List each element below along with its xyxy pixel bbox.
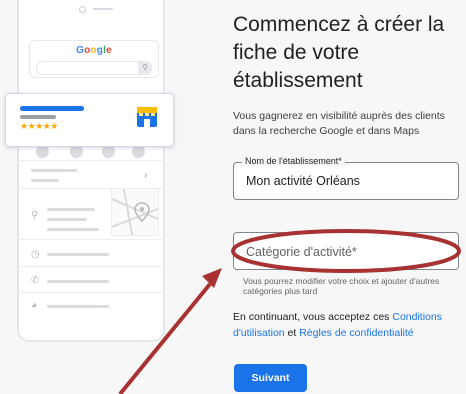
placeholder-line <box>47 280 109 283</box>
divider <box>19 160 163 161</box>
google-logo-letter: e <box>106 45 112 56</box>
placeholder-line <box>47 305 109 308</box>
search-icon: ⚲ <box>138 61 152 75</box>
chevron-right-icon: › <box>144 170 148 181</box>
divider <box>19 266 163 267</box>
category-placeholder: Catégorie d'activité* <box>246 245 357 259</box>
category-hint: Vous pourrez modifier votre choix et ajo… <box>243 276 440 296</box>
phone-mockup: Google ⚲ ⚲ ◷ ✆ ◕ <box>17 0 165 342</box>
divider <box>19 292 163 293</box>
camera-dot <box>79 6 86 13</box>
next-button[interactable]: Suivant <box>234 364 307 392</box>
search-bar-mock <box>36 61 152 75</box>
listing-subtitle-line <box>20 115 56 119</box>
category-field[interactable]: Catégorie d'activité* <box>233 232 459 270</box>
terms-middle: et <box>284 327 300 339</box>
google-logo-letter: G <box>76 45 85 56</box>
map-thumbnail <box>111 188 159 236</box>
business-name-field[interactable]: Nom de l'établissement* Mon activité Orl… <box>233 156 459 200</box>
google-logo: Google <box>30 45 158 56</box>
divider <box>19 239 163 240</box>
placeholder-line <box>47 208 95 211</box>
placeholder-line <box>47 228 99 231</box>
placeholder-line <box>31 169 77 172</box>
placeholder-line <box>47 218 87 221</box>
store-icon <box>136 106 158 133</box>
page-title: Commencez à créer la fiche de votre étab… <box>233 13 445 92</box>
privacy-policy-link[interactable]: Règles de confidentialité <box>299 327 413 339</box>
rating-stars: ★★★★★ <box>20 121 58 131</box>
placeholder-line <box>47 253 109 256</box>
clock-icon: ◷ <box>31 249 40 260</box>
business-name-value: Mon activité Orléans <box>246 174 360 188</box>
terms-prefix: En continuant, vous acceptez ces <box>233 311 393 323</box>
page-subtitle: Vous gagnerez en visibilité auprès des c… <box>233 110 445 137</box>
listing-title-line <box>20 106 84 111</box>
business-listing-card: ★★★★★ <box>5 93 174 147</box>
terms-text: En continuant, vous acceptez ces Conditi… <box>233 309 461 341</box>
pin-icon: ⚲ <box>31 210 39 221</box>
google-search-card: Google ⚲ <box>29 40 159 78</box>
phone-icon: ✆ <box>31 275 40 286</box>
placeholder-line <box>31 179 59 182</box>
business-profile-illustration: Google ⚲ ⚲ ◷ ✆ ◕ › ★★★★★ <box>0 0 218 394</box>
speaker-bar <box>93 8 113 10</box>
globe-icon: ◕ <box>31 300 38 311</box>
business-name-label: Nom de l'établissement* <box>242 156 345 166</box>
